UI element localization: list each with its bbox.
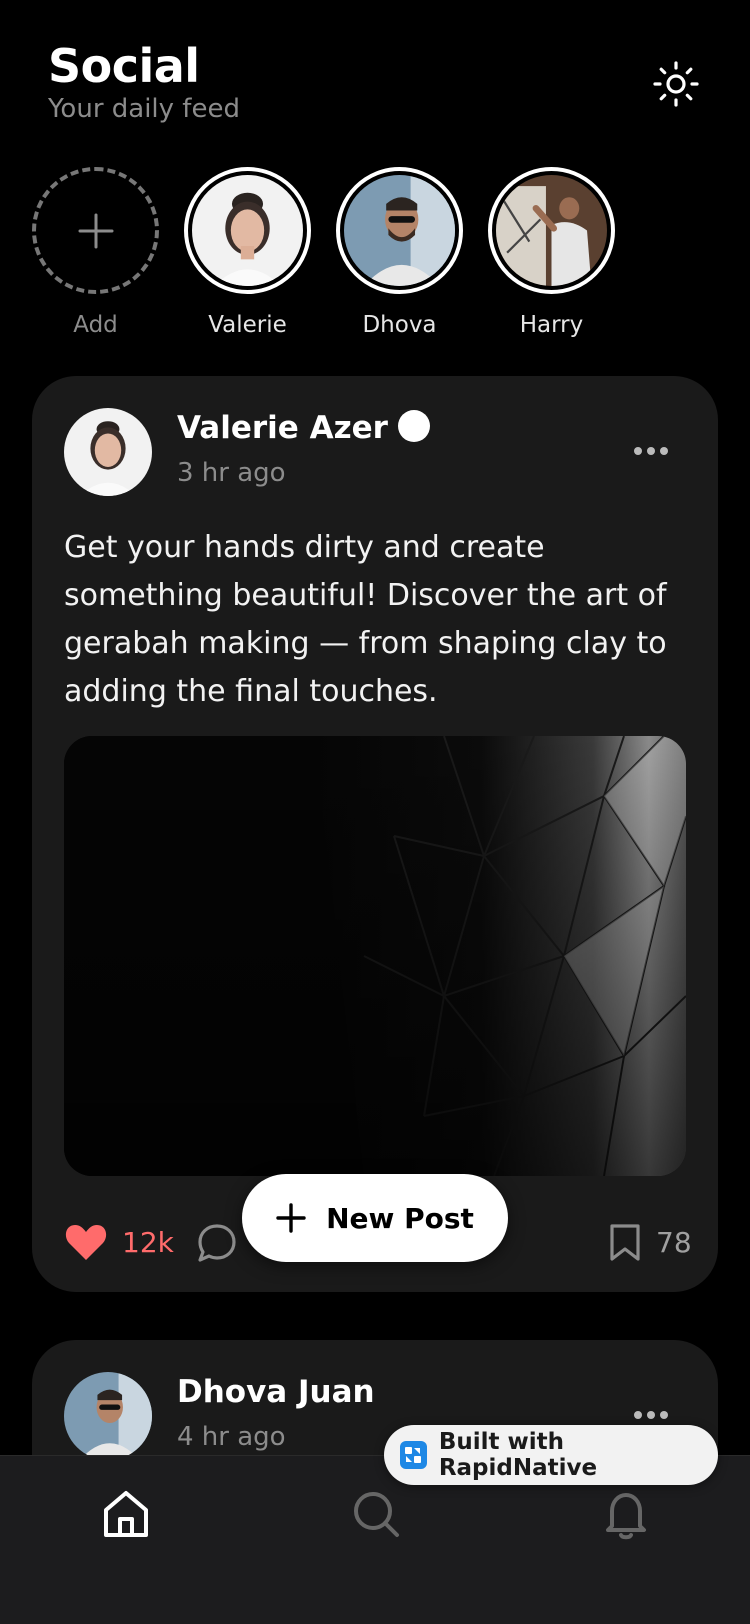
- badge-label: Built with RapidNative: [438, 1429, 598, 1481]
- story-label: Valerie: [208, 312, 287, 338]
- dot: [647, 1411, 655, 1419]
- heart-icon: [65, 1225, 107, 1260]
- post-text: Get your hands dirty and create somethin…: [64, 530, 667, 709]
- like-button[interactable]: 12k: [64, 1222, 174, 1262]
- more-options-button[interactable]: [634, 1411, 668, 1421]
- tab-notifications[interactable]: [598, 1486, 654, 1542]
- post-time: 4 hr ago: [177, 1422, 286, 1452]
- rapidnative-logo-icon: [400, 1441, 427, 1469]
- bookmark-icon: [610, 1224, 640, 1261]
- story-add[interactable]: Add: [32, 167, 159, 338]
- story-avatar-ring[interactable]: [336, 167, 463, 294]
- comment-icon: [198, 1224, 236, 1262]
- author-name[interactable]: Valerie Azer: [177, 410, 430, 446]
- add-story-button[interactable]: [32, 167, 159, 294]
- new-post-button[interactable]: New Post: [242, 1174, 508, 1262]
- story-avatar-ring[interactable]: [488, 167, 615, 294]
- avatar: [496, 175, 607, 286]
- author-name[interactable]: Dhova Juan: [177, 1374, 375, 1410]
- post-card: Valerie Azer 3 hr ago Get your hands dir…: [32, 376, 718, 1292]
- plus-icon: [78, 213, 113, 248]
- built-with-badge[interactable]: Built with RapidNative: [384, 1425, 718, 1485]
- story-harry[interactable]: Harry: [488, 167, 615, 338]
- avatar: [192, 175, 303, 286]
- bookmark-count: 78: [656, 1225, 692, 1259]
- avatar: [344, 175, 455, 286]
- author-avatar[interactable]: [64, 1372, 152, 1460]
- header: Social Your daily feed: [48, 38, 240, 124]
- page-subtitle: Your daily feed: [48, 94, 240, 124]
- verified-badge-icon: [397, 410, 430, 442]
- like-count: 12k: [122, 1225, 174, 1259]
- more-options-button[interactable]: [634, 447, 668, 457]
- post-time: 3 hr ago: [177, 458, 286, 488]
- dot: [634, 447, 642, 455]
- story-dhova[interactable]: Dhova: [336, 167, 463, 338]
- author-avatar[interactable]: [64, 408, 152, 496]
- home-icon: [104, 1491, 148, 1537]
- sun-icon: [653, 61, 699, 107]
- theme-toggle-button[interactable]: [652, 60, 700, 108]
- search-icon: [354, 1492, 399, 1537]
- bookmark-button[interactable]: 78: [608, 1222, 692, 1262]
- dot: [647, 447, 655, 455]
- comment-button[interactable]: [196, 1222, 238, 1264]
- story-avatar-ring[interactable]: [184, 167, 311, 294]
- author-name-text: Valerie Azer: [177, 410, 388, 446]
- dot: [660, 1411, 668, 1419]
- story-label: Dhova: [362, 312, 437, 338]
- story-valerie[interactable]: Valerie: [184, 167, 311, 338]
- new-post-label: New Post: [326, 1201, 474, 1235]
- story-label: Harry: [519, 312, 584, 338]
- page-title: Social: [48, 39, 200, 93]
- stories-row: Add Valerie Dhova Harry: [32, 167, 615, 338]
- tab-search[interactable]: [348, 1486, 404, 1542]
- story-label: Add: [73, 312, 118, 338]
- dot: [634, 1411, 642, 1419]
- tab-home[interactable]: [98, 1486, 154, 1542]
- dot: [660, 447, 668, 455]
- bell-icon: [606, 1493, 646, 1540]
- post-image[interactable]: [64, 736, 686, 1176]
- plus-icon: [276, 1203, 306, 1233]
